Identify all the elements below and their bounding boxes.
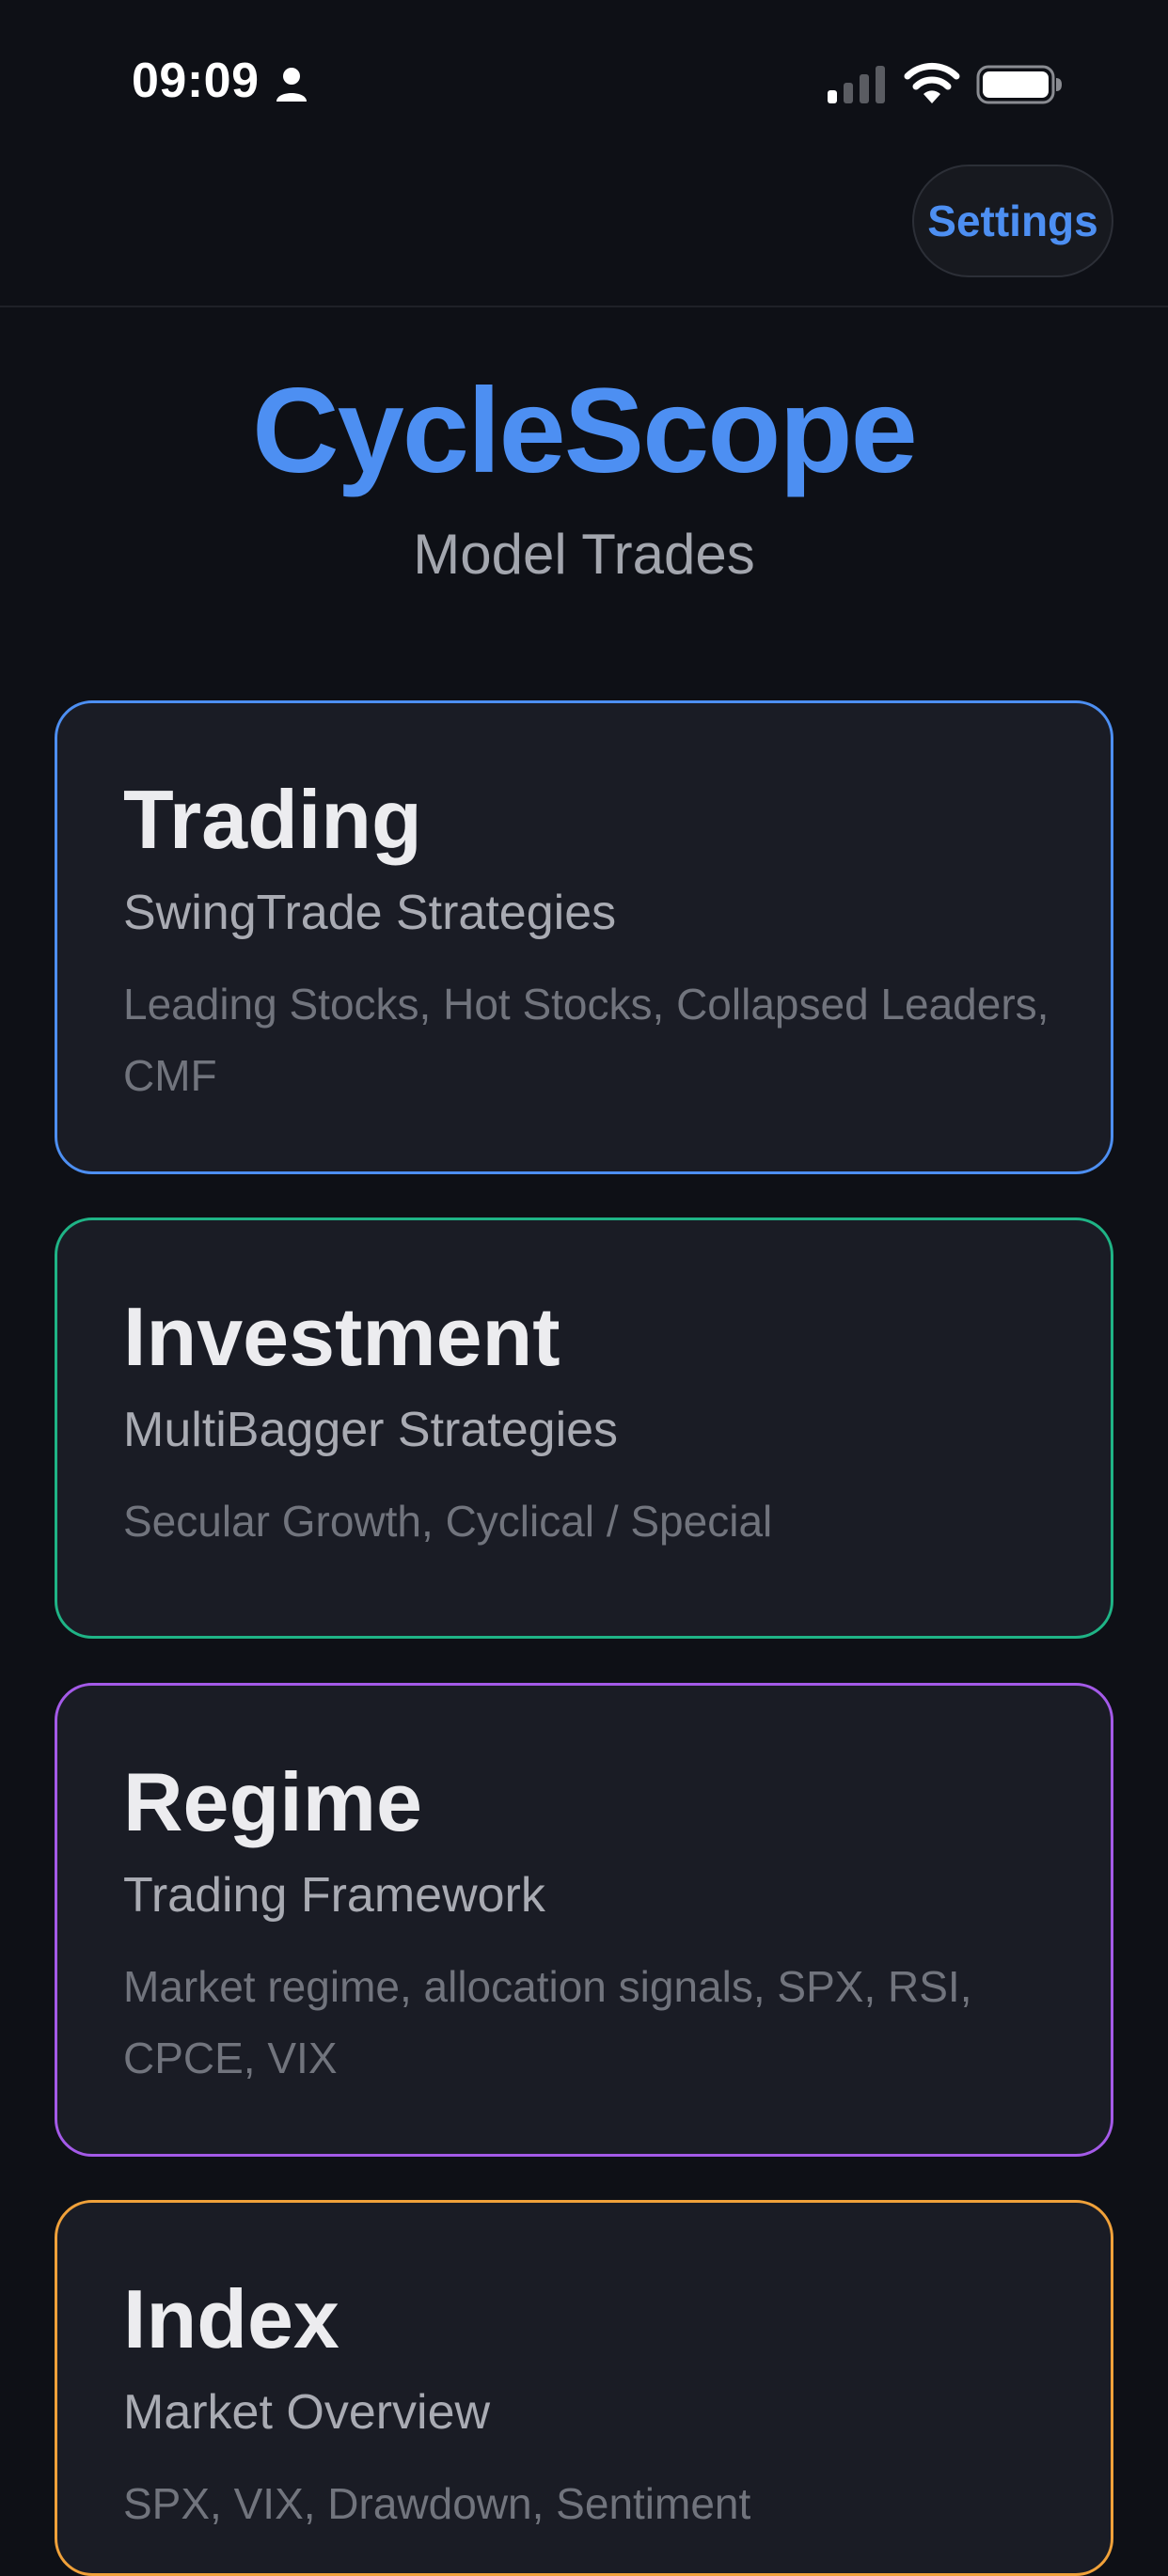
wifi-icon <box>904 62 960 103</box>
settings-button[interactable]: Settings <box>912 165 1113 277</box>
app-title: CycleScope <box>252 364 918 498</box>
card-title: Index <box>123 2272 339 2365</box>
card-subtitle: Market Overview <box>123 2385 491 2440</box>
card-investment[interactable]: Investment MultiBagger Strategies Secula… <box>55 1217 1113 1639</box>
card-description: SPX, VIX, Drawdown, Sentiment <box>123 2479 751 2528</box>
nav-divider <box>0 306 1168 307</box>
card-description: Market regime, allocation signals, SPX, … <box>123 1962 972 2082</box>
battery-icon <box>976 65 1062 104</box>
card-subtitle: MultiBagger Strategies <box>123 1403 619 1457</box>
card-description: Secular Growth, Cyclical / Special <box>123 1497 773 1546</box>
card-title: Investment <box>123 1290 560 1383</box>
status-time: 09:09 <box>132 54 260 108</box>
card-subtitle: Trading Framework <box>123 1868 545 1923</box>
card-title: Trading <box>123 773 422 866</box>
card-index[interactable]: Index Market Overview SPX, VIX, Drawdown… <box>55 2200 1113 2576</box>
card-trading[interactable]: Trading SwingTrade Strategies Leading St… <box>55 700 1113 1174</box>
status-bar: 09:09 <box>0 0 1168 160</box>
card-title: Regime <box>123 1755 422 1848</box>
card-subtitle: SwingTrade Strategies <box>123 886 617 940</box>
person-icon <box>276 68 307 102</box>
card-description: Leading Stocks, Hot Stocks, Collapsed Le… <box>123 980 1050 1100</box>
cellular-signal-icon <box>828 66 885 103</box>
app-subtitle: Model Trades <box>413 523 755 586</box>
card-regime[interactable]: Regime Trading Framework Market regime, … <box>55 1683 1113 2157</box>
